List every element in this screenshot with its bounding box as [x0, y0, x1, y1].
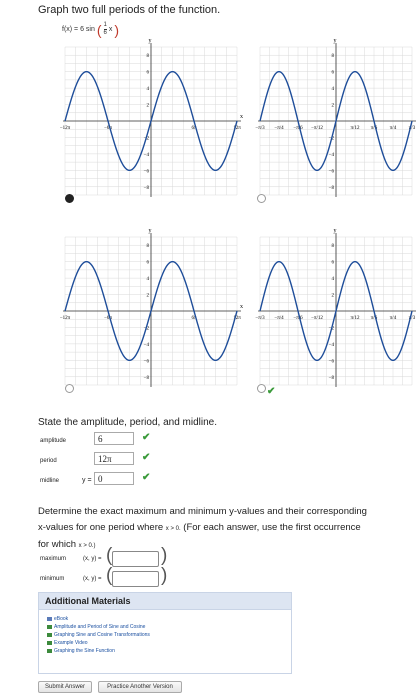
y-tick-label: −8: [329, 186, 335, 191]
y-axis-label: y: [149, 228, 152, 234]
additional-materials-panel: Additional Materials eBook Amplitude and…: [38, 592, 292, 674]
y-tick-label: −4: [329, 343, 335, 348]
state-heading: State the amplitude, period, and midline…: [38, 417, 217, 428]
amplitude-check-icon: ✔: [142, 432, 151, 443]
maximum-xy-label: (x, y) =: [83, 556, 102, 562]
minimum-xy-label: (x, y) =: [83, 576, 102, 582]
material-ebook[interactable]: eBook: [47, 615, 291, 623]
y-tick-label: −6: [144, 359, 150, 364]
y-tick-label: −6: [329, 169, 335, 174]
period-label: period: [40, 458, 57, 464]
material-link[interactable]: Example Video: [47, 639, 291, 647]
function-prefix: f(x) = 6 sin: [62, 26, 95, 33]
y-tick-label: −8: [144, 376, 150, 381]
material-link[interactable]: Amplitude and Period of Sine and Cosine: [47, 623, 291, 631]
x-tick-label: −12π: [60, 126, 71, 131]
y-axis-label: y: [334, 38, 337, 44]
document-icon: [47, 633, 52, 637]
period-field[interactable]: 12π: [94, 452, 134, 465]
y-tick-label: 2: [332, 294, 335, 299]
video-icon: [47, 641, 52, 645]
graph-b: y8642−2−4−6−8−π/3 −π/4 −π/6 −π/12 π/12 π/6 π/4…: [255, 38, 416, 197]
x-tick-label: −12π: [60, 316, 71, 321]
y-tick-label: −4: [144, 153, 150, 158]
option-d-check-icon: ✔: [267, 386, 276, 397]
minimum-field[interactable]: [112, 571, 159, 587]
option-a-radio[interactable]: [65, 194, 74, 203]
graph-c: yx8642−2−4−6−8−12π −6π 6π 12π: [60, 228, 243, 387]
y-axis-label: y: [149, 38, 152, 44]
book-icon: [47, 617, 52, 621]
y-tick-label: 6: [332, 261, 335, 266]
graph-a: yx8642−2−4−6−8−12π −6π 6π 12π: [60, 38, 243, 197]
midline-field[interactable]: 0: [94, 472, 134, 485]
x-tick-label: −π/12: [311, 126, 323, 131]
x-tick-label: −π/6: [293, 126, 303, 131]
maximum-label: maximum: [40, 556, 67, 562]
option-b-radio[interactable]: [257, 194, 266, 203]
x-tick-label: −π/4: [274, 316, 284, 321]
x-tick-label: −π/4: [274, 126, 284, 131]
y-tick-label: −6: [329, 359, 335, 364]
x-axis-label: x: [240, 114, 243, 120]
midline-check-icon: ✔: [142, 472, 151, 483]
amplitude-field[interactable]: 6: [94, 432, 134, 445]
amplitude-label: amplitude: [40, 438, 67, 444]
midline-prefix: y =: [82, 477, 92, 484]
x-tick-label: −π/12: [311, 316, 323, 321]
x-tick-label: π/4: [390, 126, 397, 131]
x-tick-label: −π/3: [255, 126, 265, 131]
function-variable: x: [108, 26, 113, 33]
submit-answer-button[interactable]: Submit Answer: [38, 681, 92, 693]
x-tick-label: π/12: [351, 316, 360, 321]
y-tick-label: −4: [144, 343, 150, 348]
x-axis-label: x: [240, 304, 243, 310]
maximum-field[interactable]: [112, 551, 159, 567]
x-tick-label: −π/6: [293, 316, 303, 321]
period-check-icon: ✔: [142, 452, 151, 463]
x-tick-label: π/4: [390, 316, 397, 321]
y-tick-label: −6: [144, 169, 150, 174]
midline-label: midline: [40, 478, 60, 484]
document-icon: [47, 649, 52, 653]
determine-text: Determine the exact maximum and minimum …: [38, 506, 367, 550]
y-tick-label: −4: [329, 153, 335, 158]
material-link[interactable]: Graphing the Sine Function: [47, 647, 291, 655]
y-tick-label: 2: [147, 294, 150, 299]
additional-materials-header: Additional Materials: [39, 593, 291, 610]
graph-d: y8642−2−4−6−8−π/3 −π/4 −π/6 −π/12 π/12 π/6 π/4…: [255, 228, 416, 387]
option-d-radio[interactable]: [257, 384, 266, 393]
question-title: Graph two full periods of the function.: [38, 4, 221, 16]
y-tick-label: 6: [147, 261, 150, 266]
y-tick-label: −8: [329, 376, 335, 381]
y-tick-label: −8: [144, 186, 150, 191]
x-tick-label: π/12: [351, 126, 360, 131]
x-tick-label: −π/3: [255, 316, 265, 321]
option-c-radio[interactable]: [65, 384, 74, 393]
material-link[interactable]: Graphing Sine and Cosine Transformations: [47, 631, 291, 639]
practice-another-version-button[interactable]: Practice Another Version: [98, 681, 182, 693]
y-axis-label: y: [334, 228, 337, 234]
document-icon: [47, 625, 52, 629]
minimum-label: minimum: [40, 576, 65, 582]
